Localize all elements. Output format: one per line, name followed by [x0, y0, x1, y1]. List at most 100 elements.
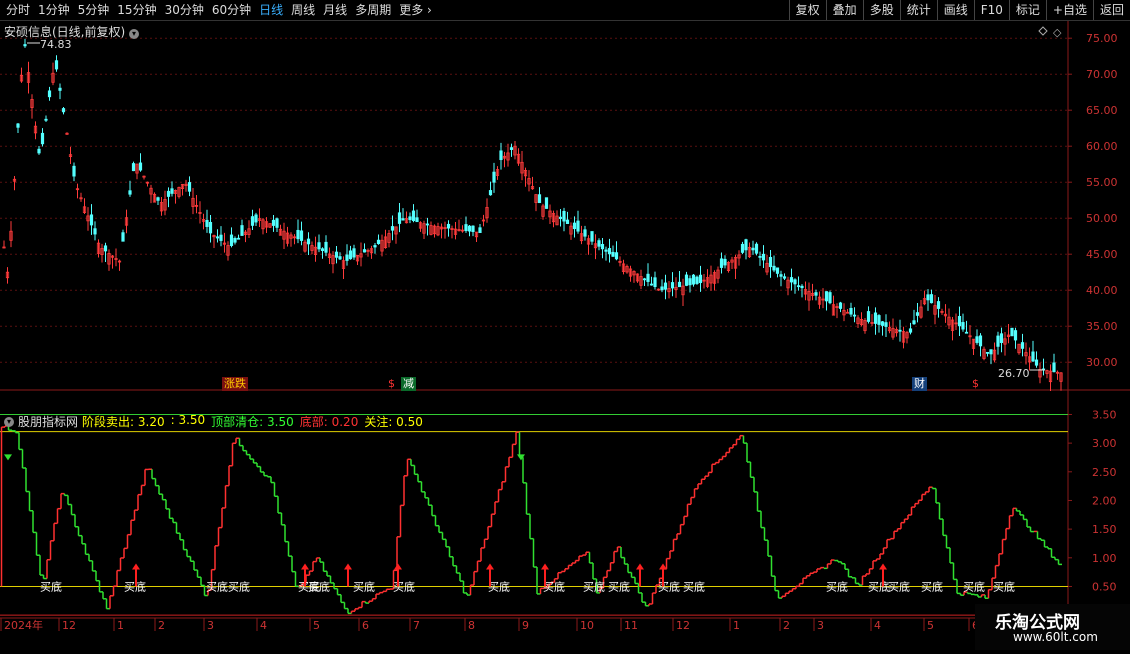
candle-body — [1010, 327, 1014, 337]
candle-body — [758, 255, 762, 258]
candle-body — [989, 349, 993, 355]
candle-body — [800, 285, 804, 289]
chevron-down-icon[interactable]: ▾ — [129, 29, 140, 39]
indicator-tick-label: 3.50 — [1092, 408, 1117, 421]
candle-body — [408, 216, 412, 221]
candle-body — [866, 311, 871, 322]
period-tab[interactable]: 日线 — [255, 0, 287, 20]
up-arrow-icon — [541, 563, 549, 570]
price-tick-label: 40.00 — [1086, 284, 1118, 297]
period-tab[interactable]: 更多 › — [395, 0, 436, 20]
toolbar-button[interactable]: 统计 — [899, 0, 937, 20]
period-tab[interactable]: 1分钟 — [34, 0, 74, 20]
candle-body — [446, 223, 451, 229]
buy-bottom-label: 买底 — [963, 579, 985, 593]
candle-body — [72, 165, 76, 177]
period-tab[interactable]: 分时 — [2, 0, 34, 20]
candle-body — [275, 218, 279, 228]
event-badge-dollar-2[interactable]: $ — [970, 377, 981, 391]
up-arrow-icon — [879, 563, 887, 570]
collapse-icon: ◇ — [1053, 26, 1062, 39]
indicator-value: : 3.50 — [170, 413, 206, 427]
period-tab[interactable]: 多周期 — [351, 0, 395, 20]
candle-body — [597, 240, 601, 247]
indicator-value: 阶段卖出: 3.20 — [82, 415, 165, 429]
candle-body — [121, 232, 125, 242]
candle-body — [1020, 342, 1025, 349]
price-tick-label: 55.00 — [1086, 176, 1118, 189]
buy-bottom-label: 买底 — [583, 579, 605, 593]
period-tab[interactable]: 30分钟 — [161, 0, 208, 20]
toolbar-button[interactable]: 复权 — [788, 0, 826, 20]
candle-body — [996, 335, 1000, 347]
candle-body — [590, 231, 594, 242]
toolbar-button[interactable]: 画线 — [936, 0, 974, 20]
kline-and-indicator-chart[interactable]: 75.00 70.00 65.00 60.00 55.00 50.00 45.00 40.00… — [0, 21, 1130, 650]
period-toolbar: 分时 1分钟 5分钟 15分钟 30分钟 60分钟 日线 周线 月线 多周期 更多 › 复权 叠加 多股… — [0, 0, 1130, 21]
candle-body — [744, 239, 748, 251]
candle-body — [233, 237, 237, 243]
candle-body — [205, 219, 209, 227]
candle-body — [219, 234, 223, 241]
candle-body — [401, 218, 405, 221]
candle-body — [572, 222, 577, 230]
event-badge-reduce[interactable]: 减 — [401, 377, 416, 391]
candle-body — [653, 277, 657, 287]
toolbar-button[interactable]: 叠加 — [825, 0, 863, 20]
candle-body — [296, 229, 300, 240]
candle-body — [761, 253, 766, 261]
candle-body — [600, 243, 605, 250]
toolbar-button[interactable]: 返回 — [1092, 0, 1130, 20]
candle-body — [698, 274, 703, 284]
toolbar-button[interactable]: +自选 — [1045, 0, 1093, 20]
period-tab[interactable]: 60分钟 — [208, 0, 255, 20]
candle-body — [975, 336, 979, 343]
toolbar-button[interactable]: 标记 — [1008, 0, 1046, 20]
buy-bottom-label: 买底 — [826, 579, 848, 593]
candle-body — [642, 278, 647, 281]
toolbar-button[interactable]: 多股 — [862, 0, 900, 20]
candle-body — [397, 212, 402, 224]
candle-body — [537, 194, 542, 204]
event-badge-limit[interactable]: 涨跌 — [222, 377, 248, 391]
candle-body — [789, 277, 794, 283]
buy-bottom-label: 买底 — [993, 579, 1015, 593]
candle-body — [61, 108, 66, 113]
candle-body — [880, 321, 885, 326]
candle-body — [23, 44, 27, 47]
event-badge-finance[interactable]: 财 — [912, 377, 927, 391]
period-tab[interactable]: 15分钟 — [113, 0, 160, 20]
candle-body — [814, 292, 818, 296]
candle-body — [16, 123, 20, 128]
site-watermark: 乐淘公式网 www.60lt.com — [975, 604, 1130, 650]
toolbar-button[interactable]: F10 — [973, 0, 1009, 20]
candle-body — [1034, 359, 1039, 366]
date-axis-label: 11 — [624, 619, 638, 632]
badge-text: 减 — [403, 377, 414, 390]
candle-body — [54, 60, 59, 70]
candle-body — [415, 217, 419, 223]
date-axis-label: 1 — [733, 619, 740, 632]
candle-body — [873, 312, 878, 324]
candle-body — [877, 315, 881, 325]
candle-body — [670, 282, 675, 289]
candle-body — [544, 197, 549, 209]
period-tab[interactable]: 月线 — [319, 0, 351, 20]
watermark-url: www.60lt.com — [1013, 630, 1098, 644]
candle-body — [719, 258, 724, 268]
period-tab[interactable]: 5分钟 — [74, 0, 114, 20]
event-badge-dollar[interactable]: $ — [386, 377, 397, 391]
chart-area: 75.00 70.00 65.00 60.00 55.00 50.00 45.00 40.00… — [0, 21, 1130, 650]
buy-bottom-label: 买底 — [608, 579, 630, 593]
chevron-down-icon[interactable]: ▾ — [4, 416, 14, 427]
up-arrow-icon — [486, 563, 494, 570]
candle-body — [740, 243, 745, 253]
date-axis-label: 2 — [158, 619, 165, 632]
candle-body — [723, 258, 727, 266]
candle-body — [884, 322, 888, 327]
candle-body — [793, 279, 797, 285]
period-tab[interactable]: 周线 — [287, 0, 319, 20]
candle-body — [271, 219, 276, 226]
candle-body — [908, 328, 913, 333]
badge-text: $ — [972, 377, 979, 390]
